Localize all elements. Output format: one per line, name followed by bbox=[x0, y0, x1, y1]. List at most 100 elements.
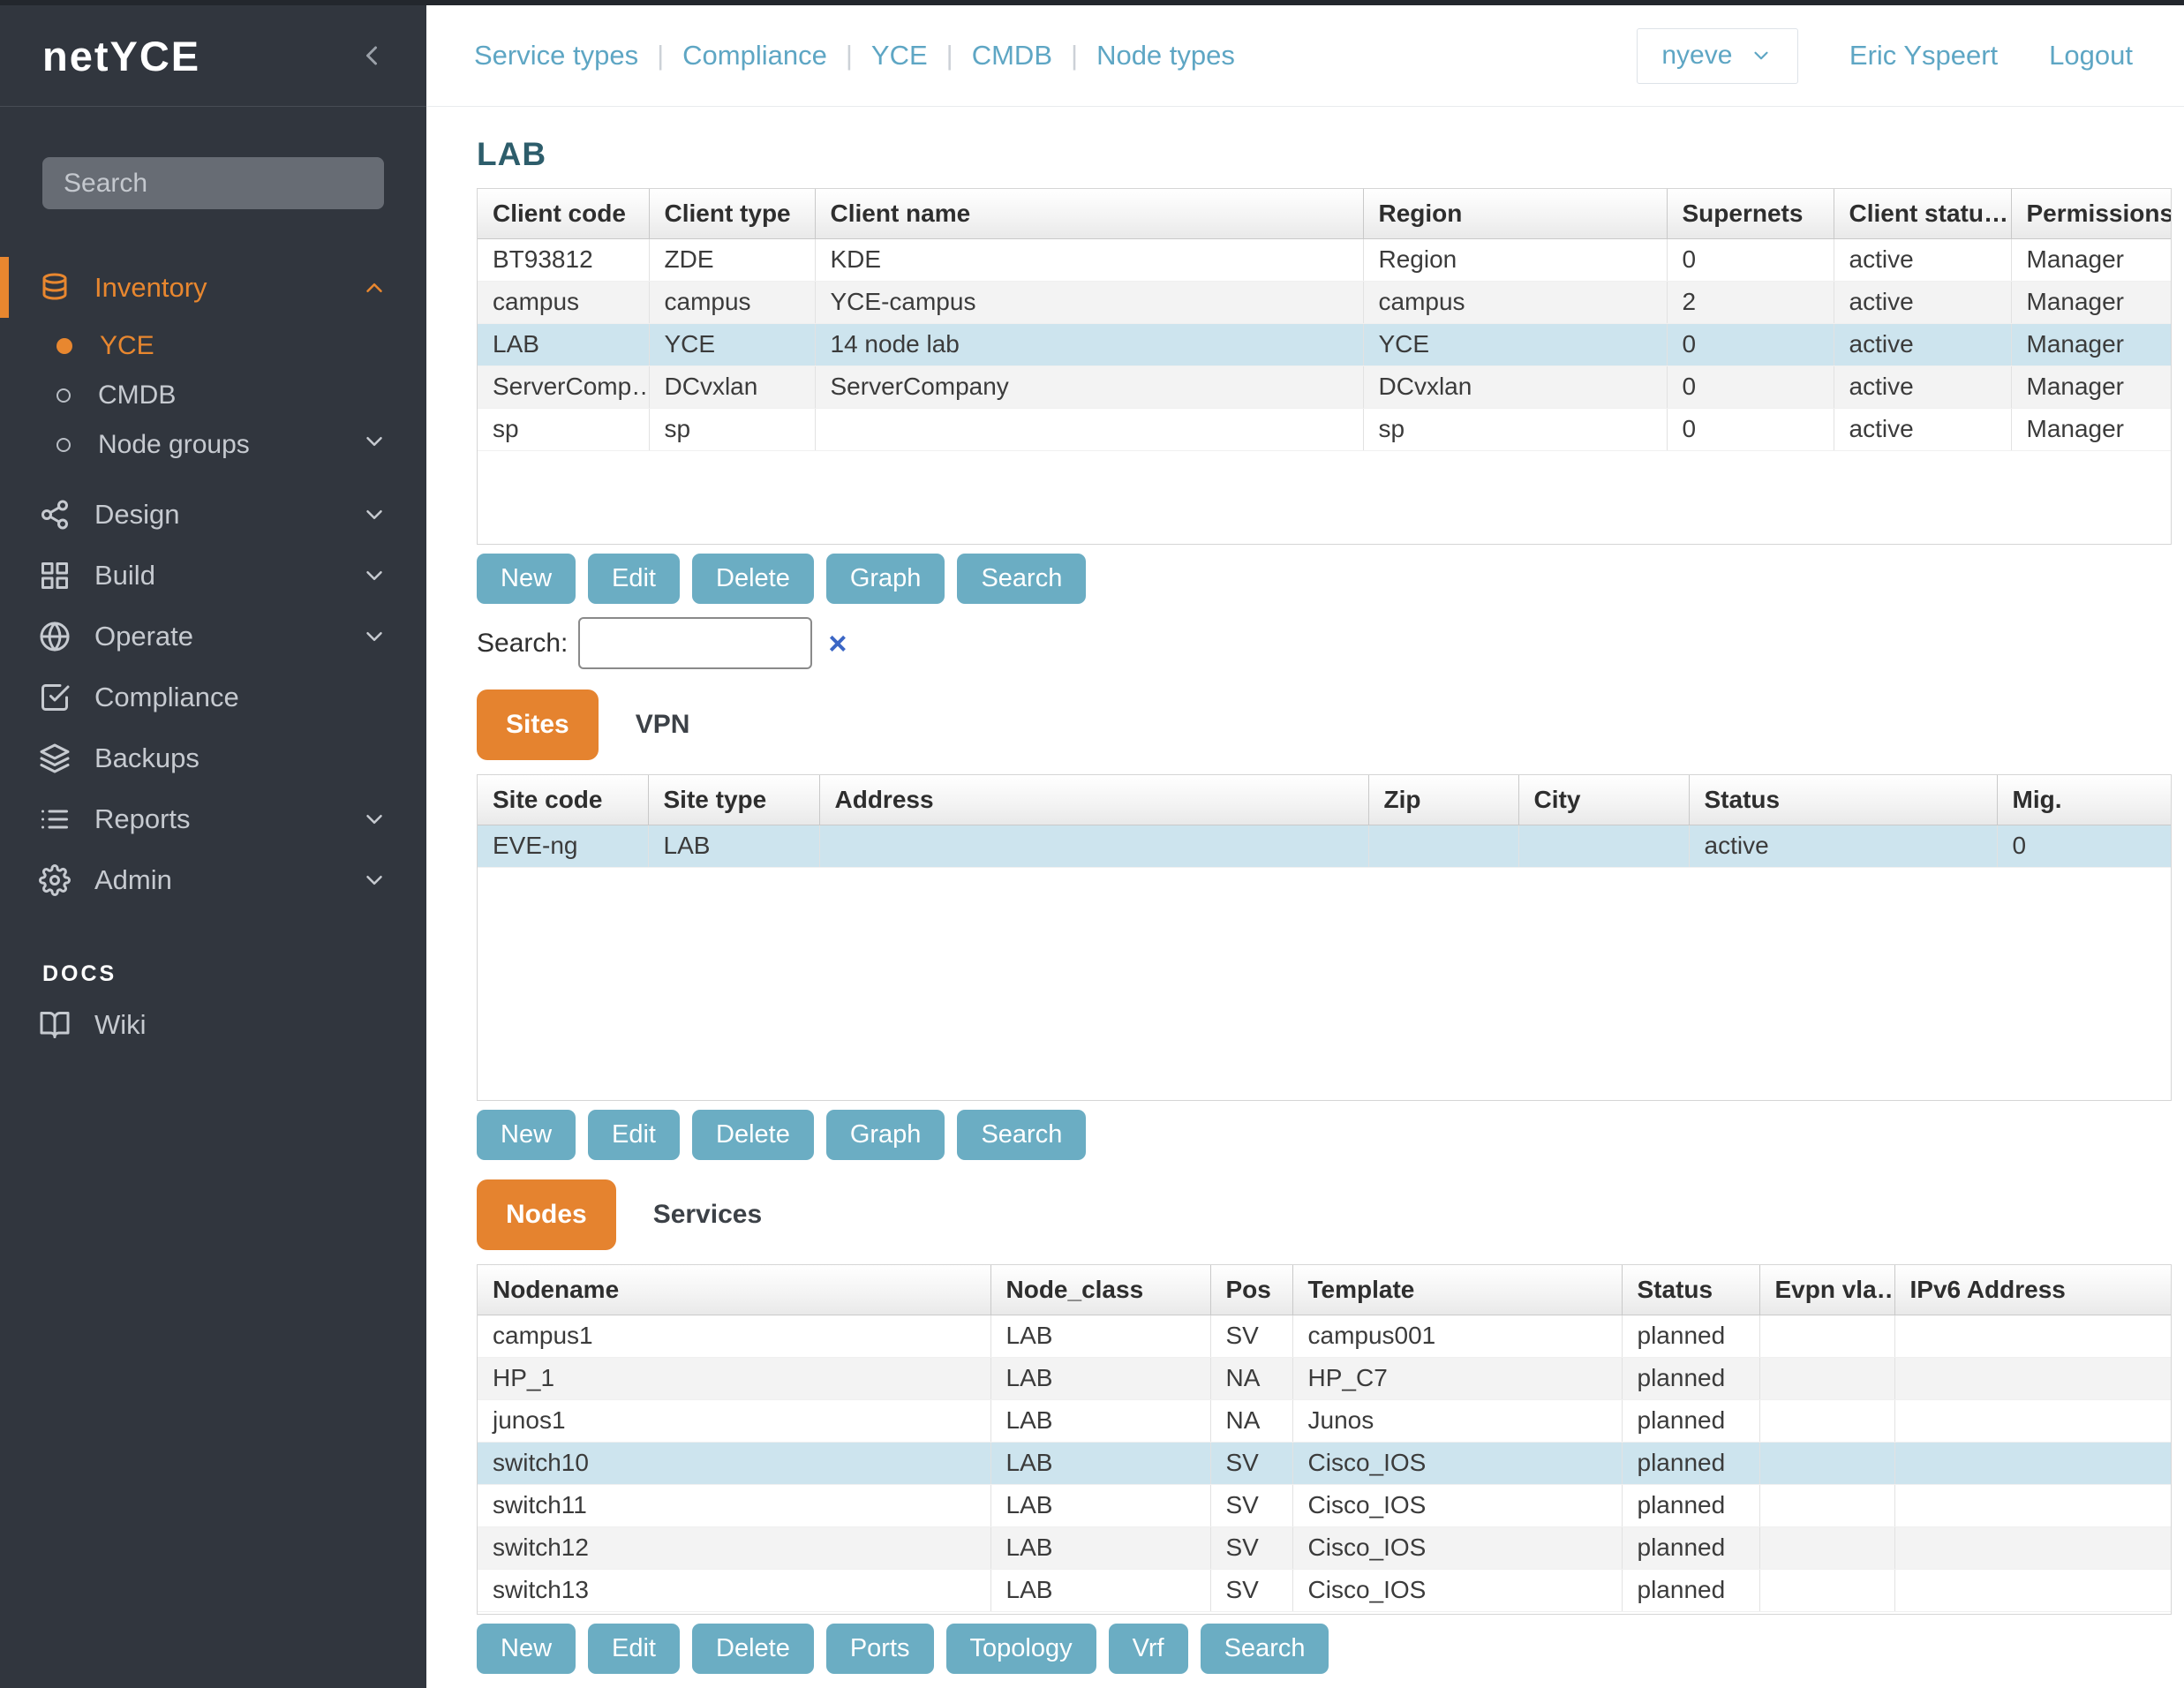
column-header-mig[interactable]: Mig. bbox=[1997, 775, 2171, 825]
column-header-client-code[interactable]: Client code bbox=[478, 189, 650, 239]
column-header-ipv6-address[interactable]: IPv6 Address bbox=[1894, 1265, 2171, 1315]
search-button[interactable]: Search bbox=[957, 1110, 1087, 1160]
column-header-city[interactable]: City bbox=[1518, 775, 1690, 825]
edit-button[interactable]: Edit bbox=[588, 1624, 680, 1674]
search-button[interactable]: Search bbox=[957, 554, 1087, 604]
table-row[interactable]: ServerComp… DCvxlan ServerCompany DCvxlan 0 a… bbox=[478, 365, 2171, 409]
column-header-client-name[interactable]: Client name bbox=[815, 189, 1364, 239]
delete-button[interactable]: Delete bbox=[692, 1624, 814, 1674]
topnav-link-yce[interactable]: YCE bbox=[871, 40, 928, 72]
table-row[interactable]: EVE-ng LAB active 0 bbox=[478, 825, 2171, 868]
column-header-region[interactable]: Region bbox=[1363, 189, 1668, 239]
sidebar-item-reports[interactable]: Reports bbox=[0, 788, 426, 849]
column-header-client-statu[interactable]: Client statu… bbox=[1834, 189, 2012, 239]
sidebar-item-wiki[interactable]: Wiki bbox=[0, 994, 426, 1055]
edit-button[interactable]: Edit bbox=[588, 554, 680, 604]
table-row[interactable]: LAB YCE 14 node lab YCE 0 active Manager bbox=[478, 323, 2171, 366]
graph-button[interactable]: Graph bbox=[825, 554, 945, 604]
nav-separator: | bbox=[845, 40, 853, 71]
table-cell: sp bbox=[1363, 408, 1668, 451]
sidebar-item-compliance[interactable]: Compliance bbox=[0, 667, 426, 727]
context-select-value: nyeve bbox=[1661, 41, 1733, 70]
table-search-input[interactable] bbox=[578, 617, 813, 669]
clear-search-icon[interactable]: × bbox=[828, 627, 847, 659]
sidebar-item-cmdb[interactable]: CMDB bbox=[0, 371, 426, 420]
table-cell: Manager bbox=[2011, 281, 2171, 324]
table-row[interactable]: BT93812 ZDE KDE Region 0 active Manager bbox=[478, 238, 2171, 282]
sidebar-item-yce[interactable]: YCE bbox=[0, 321, 426, 371]
topnav-link-service-types[interactable]: Service types bbox=[474, 40, 638, 72]
table-row[interactable]: campus1 LAB SV campus001 planned bbox=[478, 1315, 2171, 1358]
column-header-client-type[interactable]: Client type bbox=[649, 189, 816, 239]
topnav-link-cmdb[interactable]: CMDB bbox=[972, 40, 1052, 72]
table-cell: active bbox=[1834, 323, 2012, 366]
table-row[interactable]: switch12 LAB SV Cisco_IOS planned bbox=[478, 1526, 2171, 1570]
table-cell: Cisco_IOS bbox=[1292, 1442, 1623, 1485]
tab-services[interactable]: Services bbox=[653, 1200, 762, 1230]
chevron-down-icon bbox=[1754, 51, 1769, 60]
vrf-button[interactable]: Vrf bbox=[1108, 1624, 1188, 1674]
edit-button[interactable]: Edit bbox=[588, 1110, 680, 1160]
table-row[interactable]: switch10 LAB SV Cisco_IOS planned bbox=[478, 1442, 2171, 1485]
column-header-status[interactable]: Status bbox=[1689, 775, 1998, 825]
column-header-supernets[interactable]: Supernets bbox=[1667, 189, 1834, 239]
delete-button[interactable]: Delete bbox=[692, 1110, 814, 1160]
nav-separator: | bbox=[657, 40, 665, 71]
column-header-pos[interactable]: Pos bbox=[1210, 1265, 1293, 1315]
sidebar-collapse-icon[interactable] bbox=[356, 40, 388, 72]
column-header-template[interactable]: Template bbox=[1292, 1265, 1623, 1315]
user-name-link[interactable]: Eric Yspeert bbox=[1849, 40, 1998, 72]
sidebar-item-backups[interactable]: Backups bbox=[0, 727, 426, 788]
table-row[interactable]: switch11 LAB SV Cisco_IOS planned bbox=[478, 1484, 2171, 1527]
column-header-site-type[interactable]: Site type bbox=[648, 775, 820, 825]
column-header-evpn-vla[interactable]: Evpn vla… bbox=[1759, 1265, 1895, 1315]
graph-button[interactable]: Graph bbox=[825, 1110, 945, 1160]
new-button[interactable]: New bbox=[477, 1110, 576, 1160]
table-cell: 0 bbox=[1667, 408, 1834, 451]
logout-link[interactable]: Logout bbox=[2049, 40, 2133, 72]
top-nav-links: Service types | Compliance | YCE | CMDB | Node t… bbox=[474, 40, 1235, 72]
sidebar-item-admin[interactable]: Admin bbox=[0, 849, 426, 910]
table-cell: active bbox=[1834, 365, 2012, 409]
sidebar-item-node-groups[interactable]: Node groups bbox=[0, 420, 426, 470]
table-cell: active bbox=[1834, 408, 2012, 451]
column-header-nodename[interactable]: Nodename bbox=[478, 1265, 991, 1315]
sidebar-item-inventory[interactable]: Inventory bbox=[0, 257, 426, 318]
table-row[interactable]: sp sp sp 0 active Manager bbox=[478, 408, 2171, 451]
sidebar-item-build[interactable]: Build bbox=[0, 545, 426, 606]
column-header-permissions[interactable]: Permissions bbox=[2011, 189, 2171, 239]
sites-actions: New Edit Delete Graph Search bbox=[477, 1110, 2172, 1160]
tab-sites[interactable]: Sites bbox=[477, 690, 599, 760]
column-header-node-class[interactable]: Node_class bbox=[990, 1265, 1211, 1315]
table-row[interactable]: HP_1 LAB NA HP_C7 planned bbox=[478, 1357, 2171, 1400]
nav-separator: | bbox=[945, 40, 953, 71]
new-button[interactable]: New bbox=[477, 554, 576, 604]
topology-button[interactable]: Topology bbox=[945, 1624, 1096, 1674]
sidebar-item-design[interactable]: Design bbox=[0, 484, 426, 545]
topnav-link-compliance[interactable]: Compliance bbox=[682, 40, 827, 72]
table-cell: LAB bbox=[990, 1357, 1211, 1400]
tab-vpn[interactable]: VPN bbox=[636, 710, 690, 740]
column-header-address[interactable]: Address bbox=[819, 775, 1369, 825]
ports-button[interactable]: Ports bbox=[825, 1624, 934, 1674]
sidebar-search-input[interactable] bbox=[42, 157, 384, 209]
chevron-down-icon bbox=[361, 867, 388, 893]
column-header-zip[interactable]: Zip bbox=[1368, 775, 1519, 825]
table-cell: DCvxlan bbox=[649, 365, 816, 409]
table-cell bbox=[1518, 825, 1690, 868]
delete-button[interactable]: Delete bbox=[692, 554, 814, 604]
table-row[interactable]: junos1 LAB NA Junos planned bbox=[478, 1399, 2171, 1443]
table-row[interactable]: campus campus YCE-campus campus 2 active Manag… bbox=[478, 281, 2171, 324]
topnav-link-node-types[interactable]: Node types bbox=[1096, 40, 1235, 72]
table-cell: BT93812 bbox=[478, 238, 650, 282]
new-button[interactable]: New bbox=[477, 1624, 576, 1674]
context-select[interactable]: nyeve bbox=[1636, 27, 1798, 84]
column-header-status[interactable]: Status bbox=[1622, 1265, 1760, 1315]
column-header-site-code[interactable]: Site code bbox=[478, 775, 649, 825]
table-row[interactable]: switch13 LAB SV Cisco_IOS planned bbox=[478, 1569, 2171, 1612]
table-cell bbox=[815, 408, 1364, 451]
search-label: Search: bbox=[477, 628, 569, 658]
sidebar-item-operate[interactable]: Operate bbox=[0, 606, 426, 667]
search-button[interactable]: Search bbox=[1200, 1624, 1329, 1674]
tab-nodes[interactable]: Nodes bbox=[477, 1179, 616, 1250]
